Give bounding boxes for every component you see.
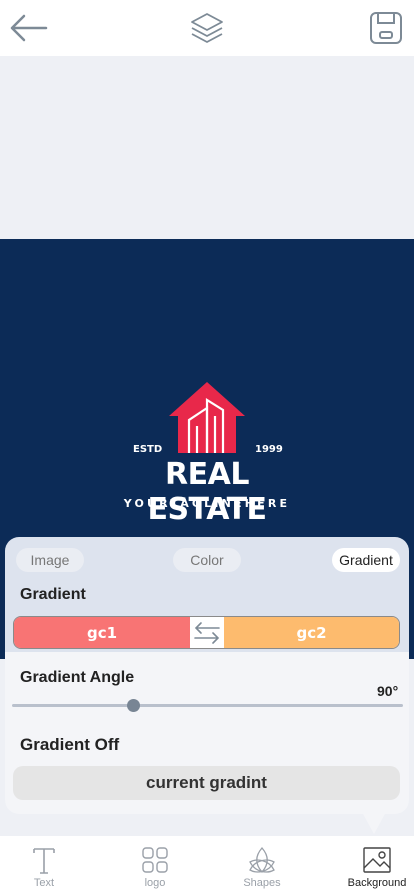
nav-label-shapes: Shapes xyxy=(243,877,281,889)
house-logo-icon xyxy=(167,380,247,459)
panel-pointer xyxy=(362,812,386,834)
layers-icon[interactable] xyxy=(187,8,227,48)
nav-item-background[interactable]: Background xyxy=(337,844,414,894)
top-toolbar xyxy=(0,0,414,56)
swap-arrows-icon[interactable] xyxy=(190,617,224,648)
gradient-color-picker: gc1 gc2 xyxy=(13,616,400,649)
gradient-label: Gradient xyxy=(20,586,86,603)
gradient-angle-slider-thumb[interactable] xyxy=(126,699,140,712)
gradient-color-2-button[interactable]: gc2 xyxy=(224,617,399,648)
grid-icon xyxy=(141,844,169,874)
nav-item-logo[interactable]: logo xyxy=(115,844,195,894)
nav-label-background: Background xyxy=(347,877,407,889)
gradient-angle-label: Gradient Angle xyxy=(20,669,135,686)
bottom-nav: Text logo Shapes Background xyxy=(0,836,414,896)
gradient-angle-value: 90° xyxy=(377,683,399,699)
nav-label-text: Text xyxy=(33,877,55,889)
image-icon xyxy=(362,844,392,874)
estd-text: ESTD xyxy=(133,444,163,455)
tagline-text: YOURTAGLINEHERE xyxy=(123,497,291,510)
arrow-left-icon[interactable] xyxy=(8,8,48,48)
text-icon xyxy=(32,844,56,874)
canvas-blank-area xyxy=(0,56,414,239)
nav-item-shapes[interactable]: Shapes xyxy=(222,844,302,894)
tab-image[interactable]: Image xyxy=(16,548,84,572)
gradient-angle-slider[interactable] xyxy=(12,704,403,707)
floppy-save-icon[interactable] xyxy=(366,8,406,48)
gradient-off-label: Gradient Off xyxy=(20,735,120,754)
brand-title: REAL ESTATE xyxy=(147,457,267,527)
tab-color[interactable]: Color xyxy=(173,548,241,572)
nav-label-logo: logo xyxy=(144,877,166,889)
shapes-icon xyxy=(247,844,277,874)
year-text: 1999 xyxy=(255,444,283,455)
current-gradient-button[interactable]: current gradint xyxy=(13,766,400,800)
nav-item-text[interactable]: Text xyxy=(4,844,84,894)
gradient-color-1-button[interactable]: gc1 xyxy=(14,617,190,648)
tab-gradient[interactable]: Gradient xyxy=(332,548,400,572)
